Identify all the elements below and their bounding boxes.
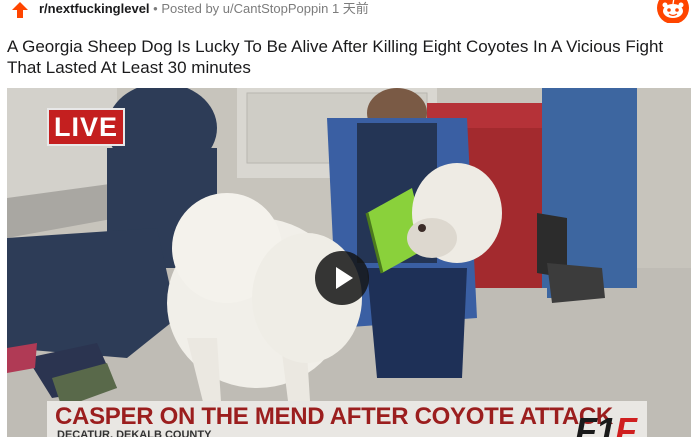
post-header: r/nextfuckinglevel • Posted by u/CantSto… — [0, 0, 691, 23]
upvote-arrow-icon[interactable] — [11, 1, 29, 19]
post-time: 1 天前 — [331, 1, 369, 16]
station-logo-accent: F — [615, 410, 637, 437]
posted-by-link[interactable]: Posted by u/CantStopPoppin — [161, 1, 328, 16]
play-icon — [336, 267, 353, 289]
lower-third-title: CASPER ON THE MEND AFTER COYOTE ATTACK — [55, 403, 613, 430]
post-title[interactable]: A Georgia Sheep Dog Is Lucky To Be Alive… — [7, 36, 687, 78]
post-meta: r/nextfuckinglevel • Posted by u/CantSto… — [39, 1, 369, 17]
subreddit-link[interactable]: r/nextfuckinglevel — [39, 1, 150, 16]
live-badge: LIVE — [47, 108, 125, 146]
lower-third-banner: CASPER ON THE MEND AFTER COYOTE ATTACK D… — [47, 401, 647, 437]
station-logo-left: F1 — [575, 410, 616, 437]
video-player[interactable]: LIVE CASPER ON THE MEND AFTER COYOTE ATT… — [7, 88, 691, 437]
station-logo: F1F — [575, 410, 637, 437]
reddit-snoo-icon[interactable] — [656, 0, 690, 23]
meta-separator: • — [153, 1, 158, 16]
play-button[interactable] — [315, 251, 369, 305]
lower-third-subtitle: DECATUR, DEKALB COUNTY — [57, 429, 212, 437]
